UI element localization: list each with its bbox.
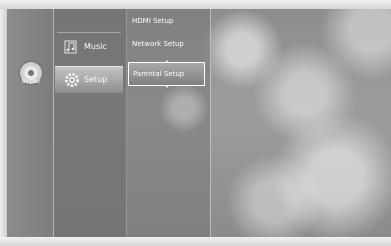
menu-item-music-label: Music xyxy=(84,42,107,51)
disc-status-column xyxy=(0,0,53,246)
gear-icon xyxy=(64,72,80,88)
submenu-item-hdmi-setup[interactable]: HDMI Setup xyxy=(132,17,173,25)
submenu-item-parental-setup-label: Parental Setup xyxy=(133,70,185,78)
frame-top-edge xyxy=(0,0,391,9)
menu-divider xyxy=(57,32,121,33)
menu-item-setup-label: Setup xyxy=(84,75,108,84)
scroll-up-arrow-icon[interactable] xyxy=(165,60,169,63)
submenu-item-network-setup[interactable]: Network Setup xyxy=(132,40,184,48)
menu-item-setup[interactable]: Setup xyxy=(55,66,123,93)
bd-player-menu-screen: No Disc Music Setup HDMI Setup Network S… xyxy=(0,0,391,246)
setup-submenu-column xyxy=(125,0,211,246)
scroll-down-arrow-icon[interactable] xyxy=(165,85,169,88)
menu-item-music[interactable]: Music xyxy=(55,36,123,58)
music-note-icon xyxy=(64,40,77,54)
frame-bottom-edge xyxy=(0,237,391,246)
frame-left-edge xyxy=(0,0,7,246)
submenu-item-parental-setup[interactable]: Parental Setup xyxy=(128,60,205,88)
disc-status-label: No Disc xyxy=(21,79,41,85)
